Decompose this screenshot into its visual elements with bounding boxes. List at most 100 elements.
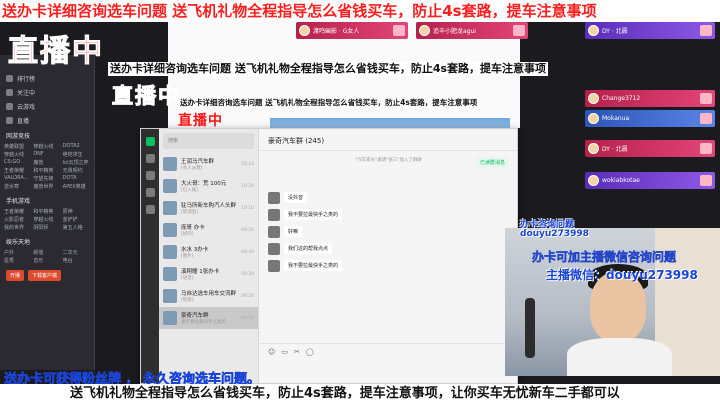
chat-bubble-icon[interactable]: ◯ (306, 348, 314, 356)
gift-box-icon (393, 25, 405, 36)
game-category-link[interactable]: 绝地求生 (63, 151, 90, 158)
game-category-link[interactable]: 二次元 (63, 249, 90, 256)
chat-list-item[interactable]: 大火哥：荒 100元 [已入账] 10:20 (159, 175, 258, 197)
live-label-large: 直播中 (8, 34, 104, 70)
game-category-link[interactable]: 星秀 (4, 257, 31, 264)
chat-item-preview: [好的] (181, 232, 194, 237)
chat-item-time: 09:50 (241, 227, 254, 233)
game-category-link[interactable]: 逆水寒 (4, 183, 31, 190)
message-input-area[interactable]: ☺ ▭ ✂ ◯ (260, 343, 517, 383)
left-sidebar: 排行榜 关注中 云游戏 直播 网游竞技 英雄联盟 穿越火线 DOTA2 穿越火线 DNF… (0, 55, 95, 370)
message-bubble: 我不要拉最快手之类的 (284, 209, 343, 220)
chat-list-item[interactable]: 庞哥 办卡 [好的] 09:50 (159, 219, 258, 241)
game-category-link[interactable]: 音乐 (33, 257, 60, 264)
live-label-small: 直播中 (178, 113, 223, 129)
game-category-link[interactable]: 英雄联盟 (4, 143, 31, 150)
microphone (525, 298, 535, 358)
avatar (163, 201, 177, 215)
game-category-link[interactable]: 户外 (4, 249, 31, 256)
chat-item-preview: [图片] (181, 254, 194, 259)
sidebar-item-rank[interactable]: 排行榜 (0, 71, 94, 85)
chat-list-item[interactable]: 驻马所新车购汽人头群 [新消息] 10:10 (159, 197, 258, 219)
chat-item-preview: [有人@我] (181, 166, 203, 171)
download-client-button[interactable]: 下载客户端 (28, 270, 62, 281)
sidebar-item-cloud[interactable]: 云游戏 (0, 99, 94, 113)
chat-icon[interactable] (145, 137, 155, 146)
game-category-link[interactable]: 穿越火线 (33, 216, 60, 223)
avatar (163, 267, 177, 281)
game-category-link[interactable]: 火影忍者 (4, 216, 31, 223)
game-category-link[interactable]: APEX英雄 (63, 183, 90, 190)
read-notice-badge[interactable]: 已读群消息 (475, 157, 509, 168)
game-category-link[interactable]: lol云顶之弈 (63, 159, 90, 166)
game-category-link[interactable]: 原神 (63, 208, 90, 215)
game-category-link[interactable]: 我的世界 (4, 224, 31, 231)
avatar (268, 226, 280, 238)
avatar (588, 25, 599, 36)
game-category-link[interactable]: 王者荣耀 (4, 167, 31, 174)
chat-panel: 豪奇汽车群 (245) "汽车家长"邀请"张三"加入了群聊 已读群消息 没抖音我… (260, 129, 517, 383)
game-category-link[interactable]: VALORA... (4, 175, 31, 182)
game-category-link[interactable]: DOTA2 (63, 143, 90, 150)
game-category-link[interactable]: 守望先锋 (33, 175, 60, 182)
chat-item-preview: [已入账] (181, 188, 199, 193)
game-category-link[interactable]: 穿越火线 (33, 143, 60, 150)
game-category-link[interactable]: 魔兽 (33, 159, 60, 166)
chat-list: 搜索 王润马汽车群 [有人@我] 10:23 大火哥：荒 100元 [已入账] 10:20… (159, 129, 259, 383)
game-category-link[interactable]: 第五人格 (63, 224, 90, 231)
avatar (419, 25, 430, 36)
game-category-link[interactable]: 和平精英 (33, 208, 60, 215)
gift-ribbon: 追辛小肥龙agui (416, 22, 528, 39)
game-category-link[interactable]: 无畏契约 (63, 167, 90, 174)
chat-item-preview: [语音] (181, 276, 194, 281)
bottom-ticker: 送飞机礼物全程指导怎么省钱买车，防止4s套路，提车注意事项，让你买车无忧新车二手… (0, 384, 720, 404)
avatar (588, 113, 599, 124)
chat-item-time: 09:40 (241, 249, 254, 255)
chat-item-preview: [新消息] (181, 210, 199, 215)
game-category-link[interactable]: DOTA (63, 175, 90, 182)
chat-message: 我不要拉最快手之类的 (268, 260, 509, 272)
game-category-link[interactable]: 魔兽世界 (33, 183, 60, 190)
gift-ribbon: DY · 北晨 (585, 22, 715, 39)
game-category-link[interactable]: CS:GO (4, 159, 31, 166)
game-category-link[interactable]: 颜值 (33, 249, 60, 256)
rank-icon (6, 74, 13, 82)
files-icon[interactable] (145, 188, 155, 197)
folder-icon[interactable]: ▭ (281, 348, 288, 356)
scissors-icon[interactable]: ✂ (294, 348, 300, 356)
chat-item-time: 09:20 (241, 293, 254, 299)
chat-item-preview: [链接] (181, 298, 194, 303)
chat-item-title: 庞哥 办卡 (181, 225, 205, 231)
favorites-icon[interactable] (145, 171, 155, 180)
start-live-button[interactable]: 开播 (6, 270, 25, 281)
moments-icon[interactable] (145, 205, 155, 214)
game-category-link[interactable]: DNF (33, 151, 60, 158)
section-mobile: 手机游戏 (6, 198, 31, 205)
chat-list-item[interactable]: 水水 3办卡 [图片] 09:40 (159, 241, 258, 263)
avatar (163, 223, 177, 237)
game-category-link[interactable]: 穿越火线 (4, 151, 31, 158)
game-category-link[interactable]: 和平精英 (33, 167, 60, 174)
search-input[interactable]: 搜索 (163, 133, 254, 149)
contacts-icon[interactable] (145, 154, 155, 163)
scroll-text-mid: 送办卡详细咨询选车问题 送飞机礼物全程指导怎么省钱买车，防止4s套路，提车注意事… (108, 62, 549, 76)
emoji-icon[interactable]: ☺ (268, 348, 275, 356)
game-category-link[interactable]: 金铲铲 (63, 216, 90, 223)
gift-ribbon: Change3712 (585, 90, 715, 107)
chat-message: 我们这的帮我点点 (268, 243, 509, 255)
chat-list-item[interactable]: 马自达选车用车交流群 [链接] 09:20 (159, 285, 258, 307)
chat-list-item[interactable]: 溪翔瞳 1张办卡 [语音] 09:30 (159, 263, 258, 285)
chat-item-time: 10:10 (241, 205, 254, 211)
game-category-link[interactable]: 电台 (63, 257, 90, 264)
game-category-link[interactable]: 王者荣耀 (4, 208, 31, 215)
chat-list-item[interactable]: 豪奇汽车群 我不要拉最快手之类的 09:10 (159, 307, 258, 329)
cam-overlay-line1: 办卡可加主播微信咨询问题 (532, 250, 677, 265)
sidebar-item-follow[interactable]: 关注中 (0, 85, 94, 99)
wechat-nav-bar (141, 129, 159, 383)
chat-list-item[interactable]: 王润马汽车群 [有人@我] 10:23 (159, 153, 258, 175)
chat-item-title: 驻马所新车购汽人头群 (181, 203, 237, 209)
gift-ribbon: Mokanua (585, 110, 715, 127)
sidebar-item-live[interactable]: 直播 (0, 113, 94, 127)
game-category-link[interactable]: 阴阳师 (33, 224, 60, 231)
scroll-text-small: 送办卡详细咨询选车问题 送飞机礼物全程指导怎么省钱买车，防止4s套路，提车注意事… (178, 98, 480, 108)
